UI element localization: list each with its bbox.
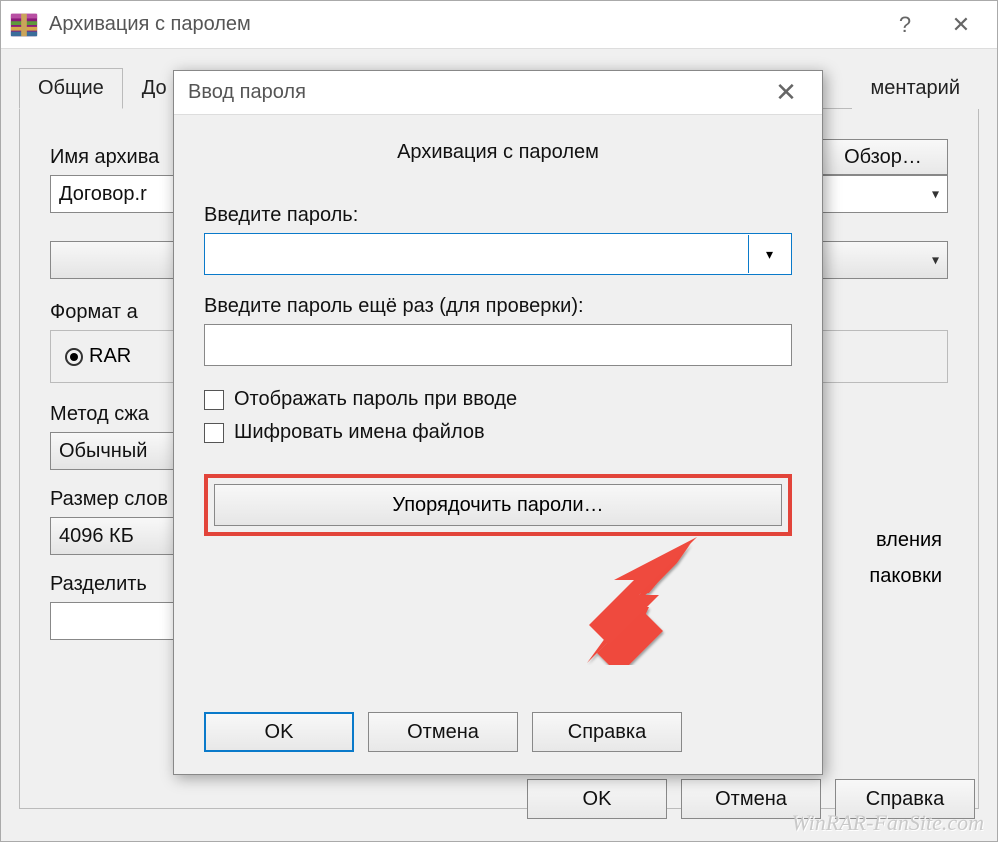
checkbox-icon [204,423,224,443]
titlebar: Архивация с паролем ? ✕ [1,1,997,49]
opt-label-b: паковки [869,565,942,588]
password-confirm-input[interactable] [204,324,792,366]
dialog-cancel-button[interactable]: Отмена [368,712,518,752]
manage-passwords-highlight: Упорядочить пароли… [204,474,792,536]
format-rar-radio[interactable]: RAR [65,345,131,368]
chevron-down-icon: ▾ [932,252,939,269]
dialog-ok-button[interactable]: OK [204,712,354,752]
window-title: Архивация с паролем [49,13,877,36]
manage-passwords-button[interactable]: Упорядочить пароли… [214,484,782,526]
method-combo[interactable]: Обычный ▾ [50,432,190,470]
chevron-down-icon: ▾ [932,186,939,203]
dialog-help-button[interactable]: Справка [532,712,682,752]
red-arrow-annotation [579,525,719,665]
help-button[interactable]: ? [877,5,933,45]
checkbox-icon [204,390,224,410]
dialog-heading: Архивация с паролем [204,141,792,164]
password-dropdown[interactable]: ▾ [748,235,790,273]
encrypt-names-checkbox[interactable]: Шифровать имена файлов [204,421,792,444]
dialog-button-row: OK Отмена Справка [174,712,822,774]
password-input[interactable]: ▾ [204,233,792,275]
winrar-icon [9,10,39,40]
dialog-title: Ввод пароля [182,81,758,104]
archive-name-value: Договор.r [59,183,147,206]
radio-icon [65,348,83,366]
show-password-checkbox[interactable]: Отображать пароль при вводе [204,388,792,411]
chevron-down-icon: ▾ [766,246,773,263]
close-button[interactable]: ✕ [933,5,989,45]
watermark: WinRAR-FanSite.com [792,810,984,836]
dict-combo[interactable]: 4096 КБ ▾ [50,517,190,555]
password-dialog: Ввод пароля ✕ Архивация с паролем Введит… [173,70,823,775]
password-confirm-label: Введите пароль ещё раз (для проверки): [204,295,792,318]
ok-button[interactable]: OK [527,779,667,819]
tab-comment[interactable]: ментарий [852,68,979,109]
browse-button[interactable]: Обзор… [818,139,948,175]
password-label: Введите пароль: [204,204,792,227]
dialog-close-button[interactable]: ✕ [758,73,814,113]
opt-label-a: вления [876,529,942,552]
tab-general[interactable]: Общие [19,68,123,109]
